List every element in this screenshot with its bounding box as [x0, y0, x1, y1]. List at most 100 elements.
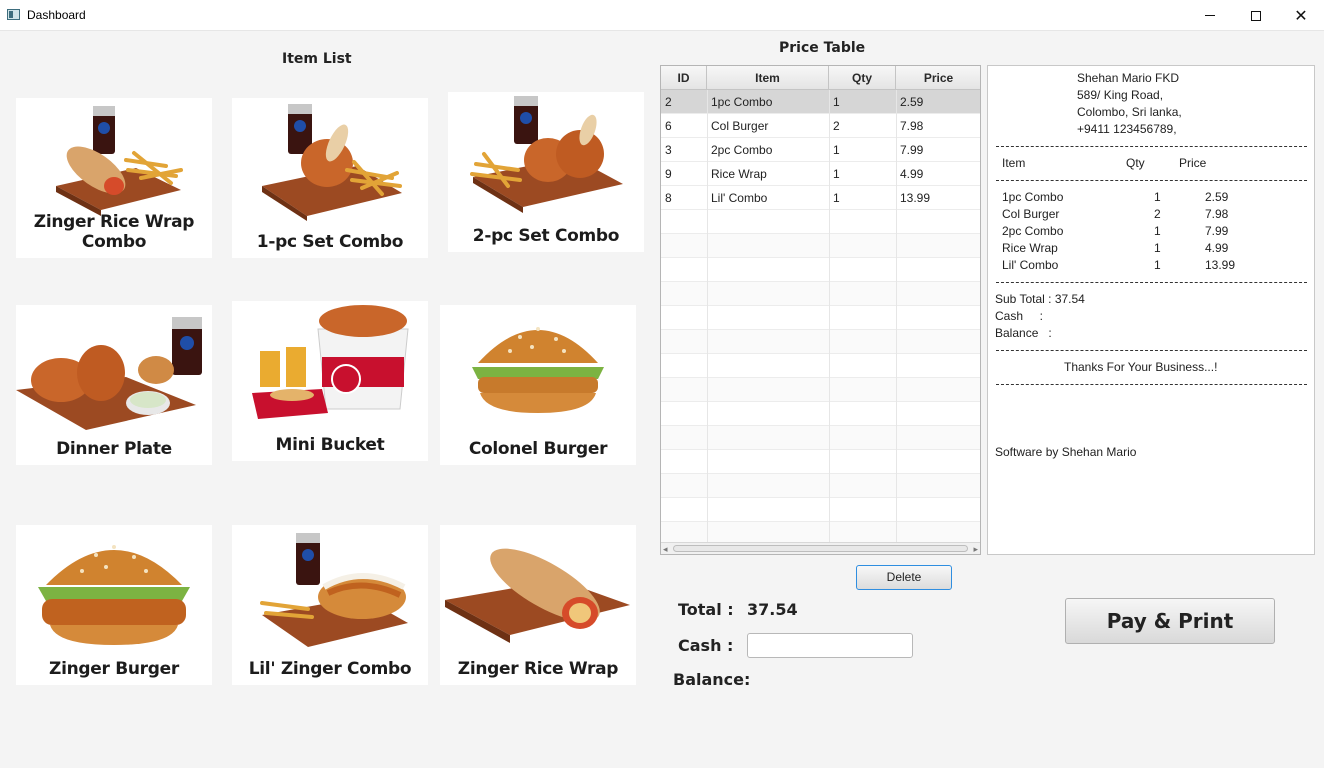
receipt-divider: [996, 384, 1307, 385]
balance-label: Balance:: [673, 670, 751, 689]
empty-row: [661, 258, 980, 282]
item-label: Lil' Zinger Combo: [248, 659, 412, 679]
empty-row: [661, 402, 980, 426]
column-header-price[interactable]: Price: [896, 66, 980, 90]
receipt-header-line: Shehan Mario FKD: [1077, 71, 1180, 85]
table-row[interactable]: 9 Rice Wrap 1 4.99: [661, 162, 980, 186]
receipt-line-qty: 1: [1154, 224, 1161, 238]
item-label: Dinner Plate: [56, 439, 172, 459]
empty-row: [661, 306, 980, 330]
receipt-divider: [996, 350, 1307, 351]
cell-qty: 1: [833, 95, 840, 109]
empty-row: [661, 234, 980, 258]
receipt-balance: Balance :: [995, 326, 1052, 340]
wrap-image: [445, 548, 630, 643]
item-list-title: Item List: [282, 51, 352, 67]
receipt-thanks: Thanks For Your Business...!: [1064, 360, 1218, 374]
title-bar: Dashboard ✕: [0, 0, 1324, 31]
maximize-button[interactable]: [1233, 0, 1279, 31]
item-card-mini-bucket[interactable]: Mini Bucket: [232, 301, 428, 461]
item-card-zinger-rice-wrap-combo[interactable]: Zinger Rice Wrap Combo: [16, 98, 212, 258]
cell-price: 7.99: [900, 143, 924, 157]
receipt-header-line: Colombo, Sri lanka,: [1077, 105, 1182, 119]
item-card-1pc-set-combo[interactable]: 1-pc Set Combo: [232, 98, 428, 258]
chicken-combo-image: [470, 96, 623, 213]
item-label: Zinger Burger: [49, 659, 179, 679]
receipt-line-item: 2pc Combo: [1002, 224, 1064, 238]
price-table[interactable]: ID Item Qty Price 2 1pc Combo 1 2.59 6 C…: [660, 65, 981, 555]
receipt-line-qty: 2: [1154, 207, 1161, 221]
cell-id: 8: [665, 191, 672, 205]
cell-price: 7.98: [900, 119, 924, 133]
receipt-line-item: Col Burger: [1002, 207, 1060, 221]
table-row[interactable]: 8 Lil' Combo 1 13.99: [661, 186, 980, 210]
bucket-image: [252, 305, 409, 419]
receipt-line-item: Lil' Combo: [1002, 258, 1059, 272]
chicken-combo-image: [262, 104, 402, 221]
receipt-footer: Software by Shehan Mario: [995, 445, 1137, 459]
scrollbar-thumb[interactable]: [673, 545, 968, 552]
scroll-right-icon[interactable]: ▸: [973, 543, 978, 554]
item-card-lil-zinger-combo[interactable]: Lil' Zinger Combo: [232, 525, 428, 685]
delete-button[interactable]: Delete: [856, 565, 952, 590]
empty-row: [661, 450, 980, 474]
cell-qty: 1: [833, 167, 840, 181]
item-label: Mini Bucket: [275, 435, 385, 455]
table-header: ID Item Qty Price: [661, 66, 980, 90]
item-card-colonel-burger[interactable]: Colonel Burger: [440, 305, 636, 465]
column-divider: [829, 90, 830, 545]
dinner-plate-image: [16, 317, 202, 430]
receipt-header-line: 589/ King Road,: [1077, 88, 1164, 102]
cell-qty: 1: [833, 191, 840, 205]
receipt-line-qty: 1: [1154, 190, 1161, 204]
receipt-divider: [996, 146, 1307, 147]
receipt-panel: Shehan Mario FKD 589/ King Road, Colombo…: [987, 65, 1315, 555]
minimize-icon: [1205, 15, 1215, 16]
receipt-col-item: Item: [1002, 156, 1026, 170]
item-card-zinger-burger[interactable]: Zinger Burger: [16, 525, 212, 685]
receipt-col-price: Price: [1179, 156, 1207, 170]
empty-row: [661, 522, 980, 543]
item-card-zinger-rice-wrap[interactable]: Zinger Rice Wrap: [440, 525, 636, 685]
empty-row: [661, 474, 980, 498]
cell-item: Col Burger: [711, 119, 769, 133]
minimize-button[interactable]: [1187, 0, 1233, 31]
receipt-line-price: 13.99: [1205, 258, 1236, 272]
maximize-icon: [1251, 10, 1261, 21]
column-header-qty[interactable]: Qty: [829, 66, 896, 90]
cash-input[interactable]: [747, 633, 913, 658]
item-label: Zinger Rice Wrap Combo: [33, 212, 195, 252]
receipt-line-qty: 1: [1154, 258, 1161, 272]
column-divider: [707, 90, 708, 545]
table-row[interactable]: 6 Col Burger 2 7.98: [661, 114, 980, 138]
table-row[interactable]: 2 1pc Combo 1 2.59: [661, 90, 980, 114]
cell-id: 3: [665, 143, 672, 157]
close-button[interactable]: ✕: [1278, 0, 1324, 31]
empty-row: [661, 498, 980, 522]
cell-item: 1pc Combo: [711, 95, 773, 109]
column-header-item[interactable]: Item: [707, 66, 829, 90]
price-table-title: Price Table: [779, 40, 866, 56]
column-header-id[interactable]: ID: [661, 66, 707, 90]
burger-combo-image: [260, 533, 408, 647]
total-label: Total :: [678, 600, 734, 619]
cell-id: 6: [665, 119, 672, 133]
cell-price: 4.99: [900, 167, 924, 181]
receipt-line-price: 7.98: [1205, 207, 1229, 221]
cell-id: 2: [665, 95, 672, 109]
item-label: Colonel Burger: [468, 439, 608, 459]
horizontal-scrollbar[interactable]: ◂ ▸: [661, 542, 980, 554]
cell-id: 9: [665, 167, 672, 181]
item-label: 2-pc Set Combo: [472, 226, 620, 246]
scroll-left-icon[interactable]: ◂: [663, 543, 668, 554]
receipt-line-item: Rice Wrap: [1002, 241, 1058, 255]
item-label: 1-pc Set Combo: [256, 232, 404, 252]
receipt-divider: [996, 180, 1307, 181]
item-card-dinner-plate[interactable]: Dinner Plate: [16, 305, 212, 465]
burger-image: [472, 327, 604, 413]
item-card-2pc-set-combo[interactable]: 2-pc Set Combo: [448, 92, 644, 252]
receipt-line-price: 4.99: [1205, 241, 1229, 255]
pay-and-print-button[interactable]: Pay & Print: [1065, 598, 1275, 644]
empty-row: [661, 330, 980, 354]
table-row[interactable]: 3 2pc Combo 1 7.99: [661, 138, 980, 162]
